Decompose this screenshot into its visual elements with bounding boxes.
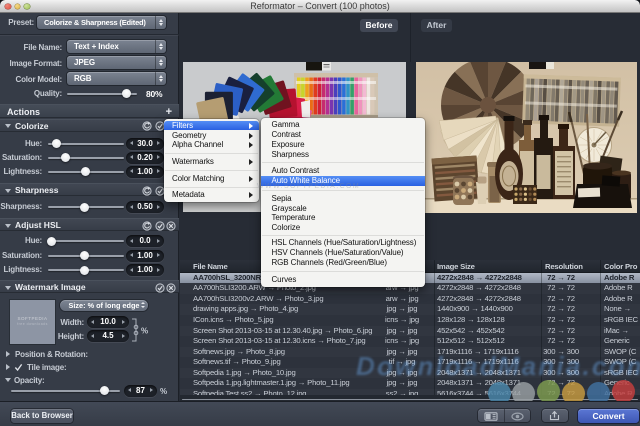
svg-text:%: % — [141, 327, 148, 336]
